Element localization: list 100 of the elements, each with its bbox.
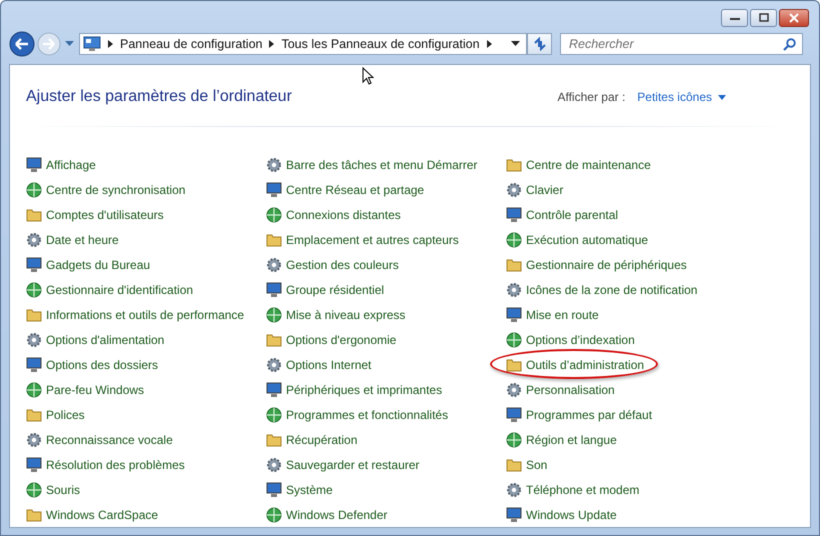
control-panel-link[interactable]: Personnalisation	[526, 382, 615, 396]
control-panel-link[interactable]: Résolution des problèmes	[46, 458, 185, 472]
folder-icon	[266, 232, 282, 248]
monitor-icon	[506, 306, 522, 322]
globe-icon	[26, 182, 42, 198]
control-panel-link[interactable]: Options Internet	[286, 358, 372, 372]
breadcrumb-arrow-icon[interactable]	[108, 40, 113, 48]
back-button[interactable]	[9, 30, 35, 57]
control-panel-link[interactable]: Affichage	[46, 158, 96, 172]
control-panel-link[interactable]: Centre Réseau et partage	[286, 182, 424, 196]
folder-icon	[26, 206, 42, 222]
control-panel-link[interactable]: Récupération	[286, 432, 358, 446]
control-panel-link[interactable]: Son	[526, 458, 548, 472]
control-panel-link[interactable]: Système	[286, 482, 333, 496]
monitor-icon	[506, 206, 522, 222]
search-field[interactable]: Rechercher	[560, 32, 803, 55]
globe-icon	[266, 406, 282, 422]
refresh-button[interactable]	[527, 32, 552, 55]
control-panel-link[interactable]: Gestionnaire de périphériques	[526, 258, 687, 272]
globe-icon	[506, 232, 522, 248]
gear-icon	[266, 156, 282, 172]
globe-icon	[266, 306, 282, 322]
control-panel-link[interactable]: Souris	[46, 482, 80, 496]
folder-icon	[26, 306, 42, 322]
monitor-icon	[506, 406, 522, 422]
control-panel-link[interactable]: Téléphone et modem	[526, 482, 640, 496]
control-panel-link[interactable]: Pare-feu Windows	[46, 382, 144, 396]
close-icon	[788, 13, 800, 23]
gear-icon	[26, 232, 42, 248]
control-panel-link[interactable]: Centre de synchronisation	[46, 182, 186, 196]
control-panel-link[interactable]: Périphériques et imprimantes	[286, 382, 442, 396]
control-panel-link[interactable]: Comptes d'utilisateurs	[46, 208, 164, 222]
control-panel-link[interactable]: Mise à niveau express	[286, 308, 406, 322]
control-panel-link[interactable]: Options d'ergonomie	[286, 332, 396, 346]
gear-icon	[26, 432, 42, 448]
control-panel-link[interactable]: Barre des tâches et menu Démarrer	[286, 158, 478, 172]
monitor-icon	[266, 382, 282, 398]
control-panel-link[interactable]: Région et langue	[526, 432, 617, 446]
control-panel-link[interactable]: Options d'alimentation	[46, 332, 164, 346]
gear-icon	[266, 256, 282, 272]
control-panel-link[interactable]: Outils d’administration	[526, 358, 644, 372]
search-icon[interactable]	[783, 38, 796, 51]
control-panel-link[interactable]: Groupe résidentiel	[286, 282, 384, 296]
control-panel-link[interactable]: Reconnaissance vocale	[46, 432, 173, 446]
folder-icon	[266, 332, 282, 348]
control-panel-icon	[83, 36, 101, 52]
gear-icon	[506, 382, 522, 398]
control-panel-link[interactable]: Icônes de la zone de notification	[526, 282, 698, 296]
cursor-icon	[362, 67, 374, 85]
control-panel-link[interactable]: Gadgets du Bureau	[46, 258, 150, 272]
history-dropdown-icon[interactable]	[65, 40, 74, 47]
control-panel-link[interactable]: Programmes par défaut	[526, 408, 652, 422]
control-panel-link[interactable]: Mise en route	[526, 308, 599, 322]
globe-icon	[266, 206, 282, 222]
view-by-dropdown[interactable]: Petites icônes	[637, 90, 726, 104]
control-panel-link[interactable]: Windows Update	[526, 508, 617, 522]
monitor-icon	[26, 156, 42, 172]
folder-icon	[506, 356, 522, 372]
dropdown-arrow-icon[interactable]	[511, 41, 520, 46]
monitor-icon	[266, 482, 282, 498]
control-panel-link[interactable]: Connexions distantes	[286, 208, 401, 222]
folder-icon	[506, 456, 522, 472]
gear-icon	[506, 282, 522, 298]
breadcrumb-arrow-icon[interactable]	[486, 40, 492, 48]
globe-icon	[506, 432, 522, 448]
control-panel-link[interactable]: Windows CardSpace	[46, 508, 158, 522]
folder-icon	[26, 406, 42, 422]
maximize-button[interactable]	[750, 9, 777, 27]
control-panel-link[interactable]: Contrôle parental	[526, 208, 618, 222]
control-panel-link[interactable]: Polices	[46, 408, 85, 422]
gear-icon	[266, 356, 282, 372]
address-bar[interactable]: Panneau de configuration Tous les Panneaux de configuration	[79, 32, 527, 55]
control-panel-link[interactable]: Gestionnaire d'identification	[46, 282, 194, 296]
control-panel-link[interactable]: Options des dossiers	[46, 358, 158, 372]
gear-icon	[506, 182, 522, 198]
control-panel-link[interactable]: Programmes et fonctionnalités	[286, 408, 448, 422]
control-panel-link[interactable]: Exécution automatique	[526, 232, 648, 246]
control-panel-link[interactable]: Informations et outils de performance	[46, 308, 244, 322]
control-panel-link[interactable]: Gestion des couleurs	[286, 258, 399, 272]
control-panel-link[interactable]: Windows Defender	[286, 508, 388, 522]
refresh-icon	[532, 36, 546, 51]
control-panel-link[interactable]: Emplacement et autres capteurs	[286, 232, 459, 246]
control-panel-link[interactable]: Centre de maintenance	[526, 158, 651, 172]
minimize-button[interactable]	[721, 9, 748, 27]
monitor-icon	[266, 282, 282, 298]
page-title: Ajuster les paramètres de l’ordinateur	[26, 88, 293, 106]
folder-icon	[506, 156, 522, 172]
caret-icon	[718, 94, 726, 100]
breadcrumb[interactable]: Tous les Panneaux de configuration	[281, 36, 480, 51]
folder-icon	[26, 506, 42, 522]
control-panel-link[interactable]: Date et heure	[46, 232, 119, 246]
globe-icon	[26, 482, 42, 498]
close-button[interactable]	[779, 9, 809, 27]
view-by-label: Afficher par :	[557, 90, 626, 104]
control-panel-link[interactable]: Clavier	[526, 182, 564, 196]
breadcrumb-arrow-icon[interactable]	[269, 40, 274, 48]
control-panel-link[interactable]: Options d’indexation	[526, 332, 635, 346]
breadcrumb[interactable]: Panneau de configuration	[120, 36, 262, 51]
gear-icon	[506, 482, 522, 498]
control-panel-link[interactable]: Sauvegarder et restaurer	[286, 458, 420, 472]
